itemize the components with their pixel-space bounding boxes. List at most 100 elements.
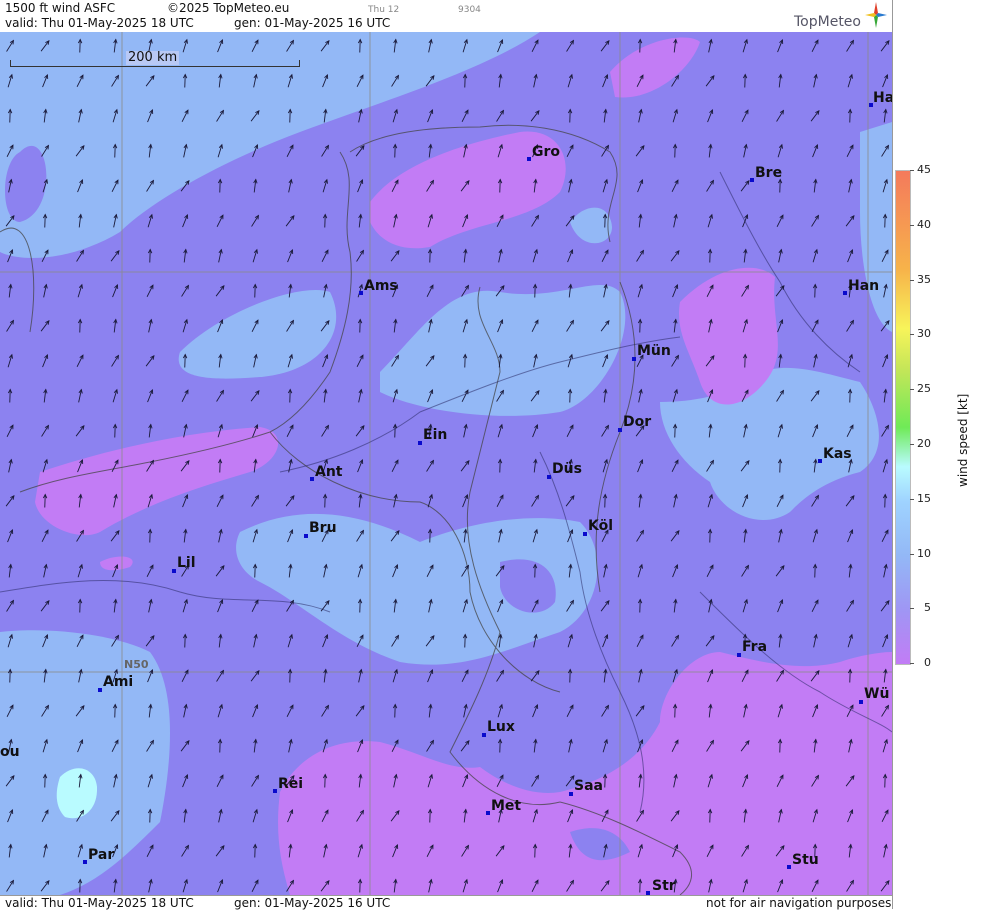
wind-arrow-icon	[252, 215, 259, 226]
wind-arrow-icon	[149, 600, 153, 613]
wind-arrow-icon	[464, 705, 468, 718]
wind-arrow-icon	[114, 775, 118, 788]
wind-arrow-icon	[428, 390, 433, 402]
wind-arrow-icon	[147, 285, 153, 297]
wind-arrow-icon	[393, 670, 397, 682]
wind-arrow-icon	[113, 285, 118, 297]
wind-arrow-icon	[7, 880, 14, 891]
wind-arrow-icon	[637, 810, 644, 821]
wind-arrow-icon	[43, 635, 48, 647]
wind-arrow-icon	[671, 811, 679, 821]
city-label: Par	[88, 847, 114, 863]
wind-arrow-icon	[601, 601, 609, 611]
wind-arrow-icon	[673, 565, 678, 577]
wind-arrow-icon	[322, 810, 328, 822]
city-label: Ein	[423, 427, 447, 443]
wind-arrow-icon	[252, 320, 258, 332]
wind-arrow-icon	[462, 285, 469, 296]
wind-arrow-icon	[812, 215, 819, 226]
wind-arrow-icon	[253, 845, 256, 858]
wind-arrow-icon	[742, 845, 749, 856]
wind-arrow-icon	[429, 600, 433, 613]
wind-arrow-icon	[426, 356, 434, 366]
wind-arrow-icon	[8, 250, 13, 262]
wind-arrow-icon	[673, 705, 676, 718]
wind-arrow-icon	[9, 845, 12, 858]
wind-arrow-icon	[812, 600, 818, 612]
wind-arrow-icon	[848, 250, 853, 262]
wind-arrow-icon	[779, 250, 783, 263]
wind-arrow-icon	[672, 355, 679, 366]
wind-arrow-icon	[41, 321, 49, 331]
wind-arrow-icon	[814, 75, 818, 88]
wind-arrow-icon	[603, 460, 607, 472]
wind-arrow-icon	[252, 40, 258, 52]
brand-name: TopMeteo	[794, 15, 861, 29]
wind-arrow-icon	[42, 705, 49, 716]
color-legend: 45 40 35 30 25 20 15 10 5 0 wind speed […	[892, 0, 983, 909]
wind-arrow-icon	[673, 670, 677, 682]
wind-arrow-icon	[183, 40, 187, 52]
wind-arrow-icon	[462, 565, 469, 576]
wind-arrow-icon	[812, 40, 818, 52]
wind-arrow-icon	[254, 740, 257, 753]
wind-arrow-icon	[219, 250, 223, 263]
wind-arrow-icon	[532, 775, 539, 786]
wind-arrow-icon	[218, 320, 223, 332]
city-label: Ami	[103, 674, 133, 690]
product-title: 1500 ft wind ASFC	[5, 1, 115, 15]
wind-arrow-icon	[671, 251, 679, 261]
wind-arrow-icon	[8, 390, 11, 403]
wind-arrow-icon	[567, 40, 574, 51]
wind-arrow-icon	[743, 600, 747, 612]
wind-arrow-icon	[743, 75, 746, 88]
wind-arrow-icon	[428, 775, 432, 787]
wind-arrow-icon	[42, 530, 48, 542]
wind-arrow-icon	[219, 530, 223, 543]
wind-arrow-icon	[428, 810, 431, 823]
wind-arrow-icon	[357, 530, 364, 541]
wind-arrow-icon	[569, 845, 572, 858]
wind-arrow-icon	[849, 180, 853, 193]
wind-arrow-icon	[498, 600, 503, 612]
wind-arrow-icon	[359, 495, 362, 508]
wind-arrow-icon	[601, 881, 609, 891]
wind-arrow-icon	[148, 390, 153, 402]
wind-arrow-icon	[779, 355, 782, 368]
wind-arrow-icon	[673, 110, 677, 122]
wind-arrow-icon	[148, 110, 153, 122]
wind-arrow-icon	[777, 670, 784, 681]
wind-arrow-icon	[288, 670, 291, 683]
wind-arrow-icon	[323, 775, 326, 788]
wind-arrow-icon	[113, 110, 117, 122]
wind-arrow-icon	[112, 180, 118, 192]
wind-arrow-icon	[566, 216, 574, 226]
wind-arrow-icon	[881, 321, 889, 331]
wind-arrow-icon	[114, 880, 117, 893]
wind-arrow-icon	[147, 740, 154, 751]
wind-arrow-icon	[882, 250, 888, 262]
wind-arrow-icon	[744, 145, 748, 158]
wind-arrow-icon	[709, 425, 712, 438]
wind-arrow-icon	[147, 180, 154, 191]
wind-arrow-icon	[463, 40, 467, 52]
city-label: Lux	[487, 719, 515, 735]
wind-arrow-icon	[671, 531, 679, 541]
wind-arrow-icon	[217, 110, 224, 121]
wind-arrow-icon	[217, 670, 224, 681]
wind-arrow-icon	[884, 285, 888, 298]
wind-arrow-icon	[392, 740, 398, 752]
wind-arrow-icon	[603, 740, 607, 752]
wind-arrow-icon	[181, 741, 189, 751]
footer: valid: Thu 01-May-2025 18 UTC gen: 01-Ma…	[0, 895, 892, 910]
wind-arrow-icon	[428, 495, 432, 507]
wind-arrow-icon	[463, 75, 466, 88]
wind-arrow-icon	[534, 740, 537, 753]
wind-arrow-icon	[462, 390, 468, 402]
wind-arrow-icon	[531, 111, 539, 121]
wind-arrow-icon	[251, 671, 259, 681]
wind-arrow-icon	[427, 460, 434, 471]
colorbar	[895, 170, 911, 665]
wind-arrow-icon	[568, 635, 572, 647]
wind-arrow-icon	[289, 285, 292, 298]
